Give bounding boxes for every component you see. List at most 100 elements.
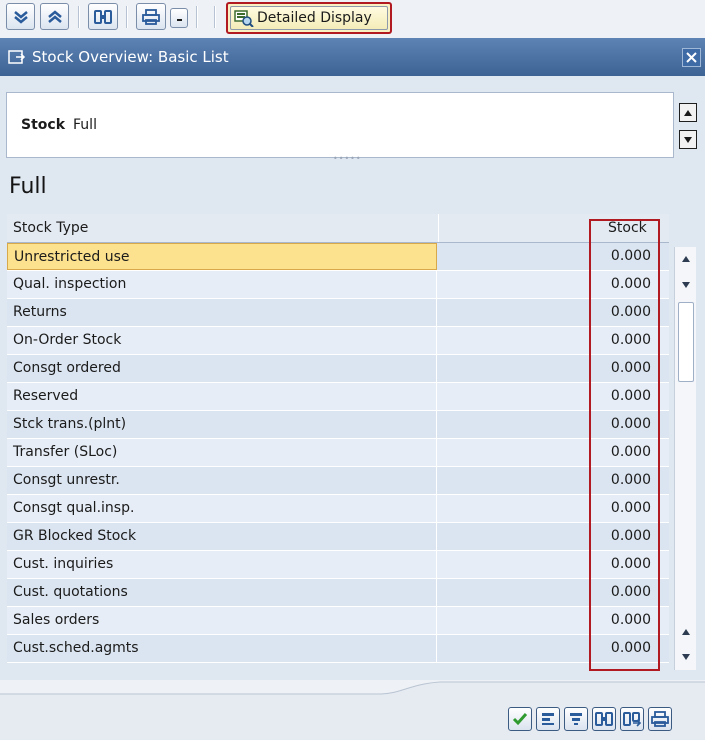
header-scroll-up-button[interactable] xyxy=(679,103,697,122)
stock-cell: 0.000 xyxy=(610,304,651,320)
triangle-down-icon xyxy=(684,136,692,143)
print-options-dropdown[interactable] xyxy=(170,8,188,28)
table-row[interactable]: Consgt unrestr. 0.000 xyxy=(7,467,669,495)
find-icon xyxy=(595,712,613,726)
table-row[interactable]: Sales orders 0.000 xyxy=(7,607,669,635)
table-row[interactable]: On-Order Stock 0.000 xyxy=(7,327,669,355)
window-icon xyxy=(8,50,26,64)
scroll-down-arrow[interactable] xyxy=(678,277,694,293)
table-scrollbar[interactable] xyxy=(674,247,696,670)
column-header-stock[interactable]: Stock xyxy=(608,220,647,236)
table-row[interactable]: Unrestricted use 0.000 xyxy=(7,243,669,271)
table-row[interactable]: Stck trans.(plnt) 0.000 xyxy=(7,411,669,439)
find-next-button[interactable] xyxy=(620,707,644,731)
align-button[interactable] xyxy=(536,707,560,731)
filter-icon xyxy=(570,713,582,725)
table-header: Stock Type Stock xyxy=(7,214,669,243)
detailed-display-label: Detailed Display xyxy=(257,10,372,26)
stock-type-cell: Unrestricted use xyxy=(7,243,437,270)
stock-header: Stock Full xyxy=(6,92,674,158)
stock-cell: 0.000 xyxy=(610,248,651,264)
scroll-up-arrow[interactable] xyxy=(678,251,694,267)
find-button-footer[interactable] xyxy=(592,707,616,731)
table-row[interactable]: Consgt ordered 0.000 xyxy=(7,355,669,383)
table-row[interactable]: Cust. quotations 0.000 xyxy=(7,579,669,607)
triangle-down-icon xyxy=(682,654,690,660)
column-header-stock-type[interactable]: Stock Type xyxy=(13,220,88,236)
table-row[interactable]: Cust. inquiries 0.000 xyxy=(7,551,669,579)
stock-type-cell: Qual. inspection xyxy=(7,271,437,298)
table-body: Unrestricted use 0.000 Qual. inspection 0.… xyxy=(7,243,669,663)
stock-cell: 0.000 xyxy=(610,332,651,348)
table-row[interactable]: Transfer (SLoc) 0.000 xyxy=(7,439,669,467)
print-button-footer[interactable] xyxy=(648,707,672,731)
table-row[interactable]: Cust.sched.agmts 0.000 xyxy=(7,635,669,663)
window-title: Stock Overview: Basic List xyxy=(32,48,229,66)
stock-type-cell: Stck trans.(plnt) xyxy=(7,411,437,438)
blank-cell xyxy=(438,523,591,550)
close-icon xyxy=(686,52,697,63)
print-button[interactable] xyxy=(136,3,166,30)
stock-type-cell: Transfer (SLoc) xyxy=(7,439,437,466)
stock-cell: 0.000 xyxy=(610,500,651,516)
stock-type-cell: Consgt unrestr. xyxy=(7,467,437,494)
scroll-page-down-arrow[interactable] xyxy=(678,649,694,665)
toolbar-separator xyxy=(78,6,80,28)
stock-cell: 0.000 xyxy=(610,612,651,628)
stock-type-cell: Consgt qual.insp. xyxy=(7,495,437,522)
blank-cell xyxy=(438,411,591,438)
stock-cell: 0.000 xyxy=(610,360,651,376)
stock-type-cell: Cust. inquiries xyxy=(7,551,437,578)
column-divider xyxy=(438,214,439,242)
find-next-icon xyxy=(623,712,641,727)
scroll-page-up-arrow[interactable] xyxy=(678,624,694,640)
stock-cell: 0.000 xyxy=(610,584,651,600)
scroll-thumb[interactable] xyxy=(678,302,694,382)
table-row[interactable]: Reserved 0.000 xyxy=(7,383,669,411)
blank-cell xyxy=(438,243,591,270)
splitter-handle[interactable]: ••••• xyxy=(333,154,362,163)
align-icon xyxy=(542,713,554,725)
triangle-up-icon xyxy=(682,256,690,262)
filter-button[interactable] xyxy=(564,707,588,731)
toolbar-separator xyxy=(214,6,216,28)
detailed-display-button[interactable]: Detailed Display xyxy=(226,2,392,34)
blank-cell xyxy=(438,579,591,606)
table-row[interactable]: Consgt qual.insp. 0.000 xyxy=(7,495,669,523)
section-title: Full xyxy=(9,174,47,199)
blank-cell xyxy=(438,299,591,326)
stock-type-cell: Reserved xyxy=(7,383,437,410)
close-button[interactable] xyxy=(682,48,701,67)
print-icon xyxy=(142,8,160,25)
table-row[interactable]: Returns 0.000 xyxy=(7,299,669,327)
table-row[interactable]: Qual. inspection 0.000 xyxy=(7,271,669,299)
window-title-bar: Stock Overview: Basic List xyxy=(0,38,705,76)
stock-label: Stock xyxy=(21,117,66,133)
toolbar-separator xyxy=(196,6,198,28)
stock-type-cell: Returns xyxy=(7,299,437,326)
find-button[interactable] xyxy=(88,3,118,30)
header-scroll-down-button[interactable] xyxy=(679,130,697,149)
scroll-down-button[interactable] xyxy=(6,3,35,30)
blank-cell xyxy=(438,551,591,578)
scroll-down-icon xyxy=(13,10,28,24)
blank-cell xyxy=(438,439,591,466)
scroll-up-button[interactable] xyxy=(40,3,69,30)
find-icon xyxy=(94,9,112,24)
blank-cell xyxy=(438,327,591,354)
stock-table: Stock Type Stock Unrestricted use 0.000 Q… xyxy=(7,214,669,663)
print-icon xyxy=(651,711,669,727)
table-row[interactable]: GR Blocked Stock 0.000 xyxy=(7,523,669,551)
blank-cell xyxy=(438,635,591,662)
triangle-up-icon xyxy=(682,629,690,635)
stock-cell: 0.000 xyxy=(610,388,651,404)
blank-cell xyxy=(438,495,591,522)
stock-type-cell: Cust.sched.agmts xyxy=(7,635,437,662)
detailed-display-button-face[interactable]: Detailed Display xyxy=(230,6,388,30)
triangle-up-icon xyxy=(684,109,692,116)
toolbar-separator xyxy=(126,6,128,28)
confirm-button[interactable] xyxy=(508,707,532,731)
stock-type-cell: On-Order Stock xyxy=(7,327,437,354)
dropdown-icon xyxy=(177,19,182,21)
blank-cell xyxy=(438,607,591,634)
